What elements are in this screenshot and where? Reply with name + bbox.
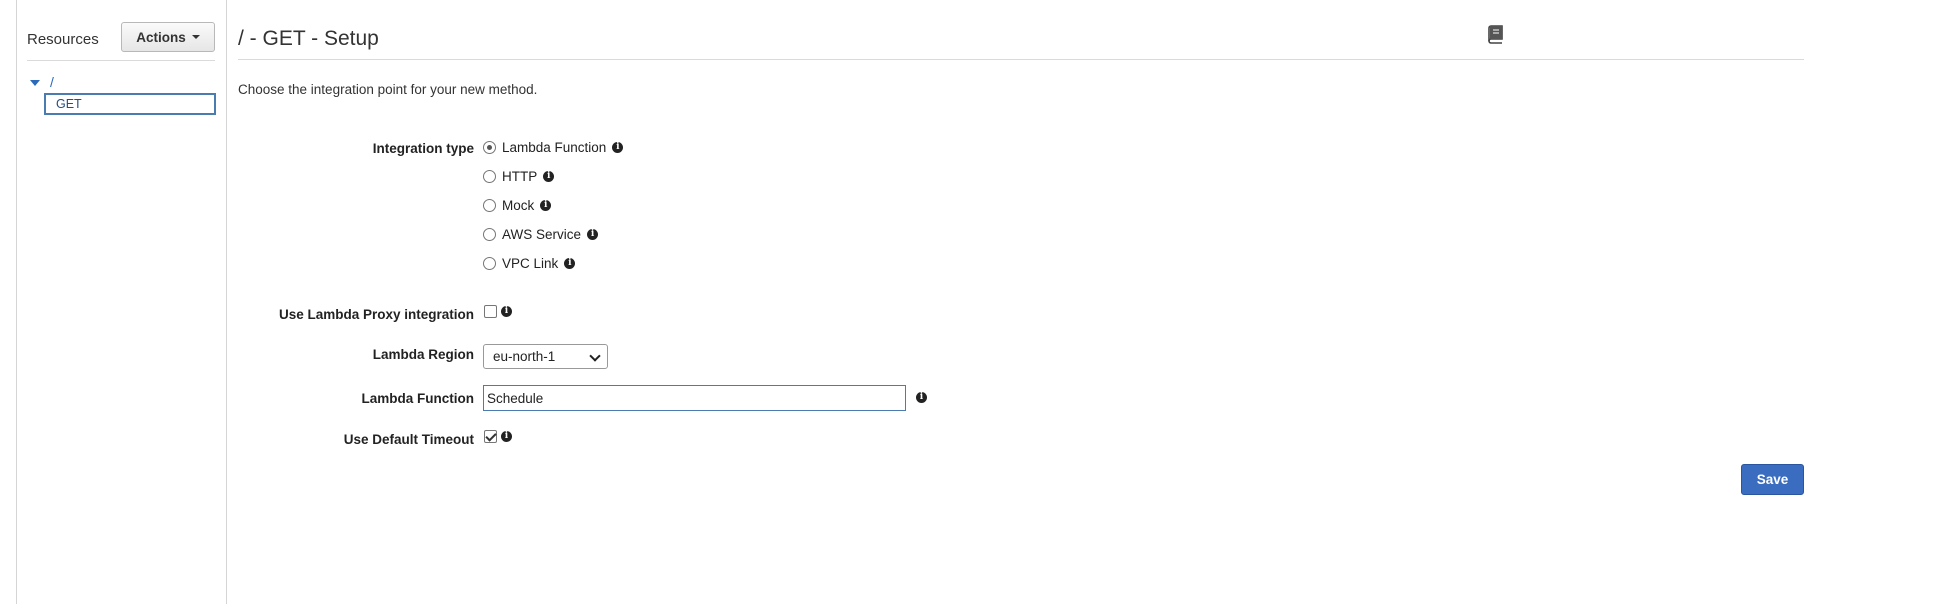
page-title: / - GET - Setup: [238, 27, 379, 50]
lambda-function-input[interactable]: [483, 385, 906, 411]
info-icon[interactable]: i: [540, 200, 552, 211]
info-icon[interactable]: i: [543, 171, 555, 182]
tree-method-get[interactable]: GET: [44, 93, 216, 115]
triangle-down-icon[interactable]: [30, 80, 40, 86]
save-button[interactable]: Save: [1741, 464, 1804, 495]
integration-type-label: Integration type: [372, 141, 474, 156]
radio-option-mock[interactable]: Mock i: [483, 198, 552, 213]
default-timeout-checkbox[interactable]: [484, 430, 497, 443]
resources-sidebar: Resources Actions / GET: [17, 0, 227, 604]
radio-label-http: HTTP: [502, 169, 538, 184]
lambda-region-label: Lambda Region: [372, 347, 474, 362]
proxy-integration-checkbox[interactable]: [484, 305, 497, 318]
radio-option-vpc-link[interactable]: VPC Link i: [483, 256, 576, 271]
info-icon[interactable]: i: [612, 142, 624, 153]
radio-option-aws-service[interactable]: AWS Service i: [483, 227, 599, 242]
radio-label-lambda: Lambda Function: [502, 140, 607, 155]
tree-root-resource[interactable]: /: [50, 74, 54, 90]
resources-title: Resources: [27, 31, 99, 48]
info-icon[interactable]: i: [564, 258, 576, 269]
lambda-region-select[interactable]: eu-north-1: [483, 344, 608, 369]
radio-mock[interactable]: [483, 199, 496, 212]
radio-label-mock: Mock: [502, 198, 535, 213]
lambda-region-value: eu-north-1: [493, 349, 556, 364]
actions-label: Actions: [136, 29, 186, 45]
radio-label-vpc-link: VPC Link: [502, 256, 559, 271]
info-icon[interactable]: i: [501, 306, 512, 317]
proxy-integration-label: Use Lambda Proxy integration: [278, 307, 474, 322]
radio-option-lambda[interactable]: Lambda Function i: [483, 140, 624, 155]
radio-aws-service[interactable]: [483, 228, 496, 241]
info-icon[interactable]: i: [501, 431, 512, 442]
radio-http[interactable]: [483, 170, 496, 183]
info-icon[interactable]: i: [916, 392, 927, 403]
caret-down-icon: [191, 35, 200, 39]
default-timeout-label: Use Default Timeout: [343, 432, 474, 447]
radio-lambda[interactable]: [483, 141, 496, 154]
radio-vpc-link[interactable]: [483, 257, 496, 270]
intro-text: Choose the integration point for your ne…: [238, 82, 538, 97]
info-icon[interactable]: i: [587, 229, 599, 240]
radio-label-aws-service: AWS Service: [502, 227, 582, 242]
chevron-down-icon: [589, 350, 601, 362]
actions-button[interactable]: Actions: [121, 22, 215, 52]
radio-option-http[interactable]: HTTP i: [483, 169, 555, 184]
book-icon[interactable]: [1486, 24, 1506, 44]
lambda-function-label: Lambda Function: [361, 391, 475, 406]
sidebar-divider: [27, 60, 215, 61]
title-divider: [238, 59, 1804, 60]
